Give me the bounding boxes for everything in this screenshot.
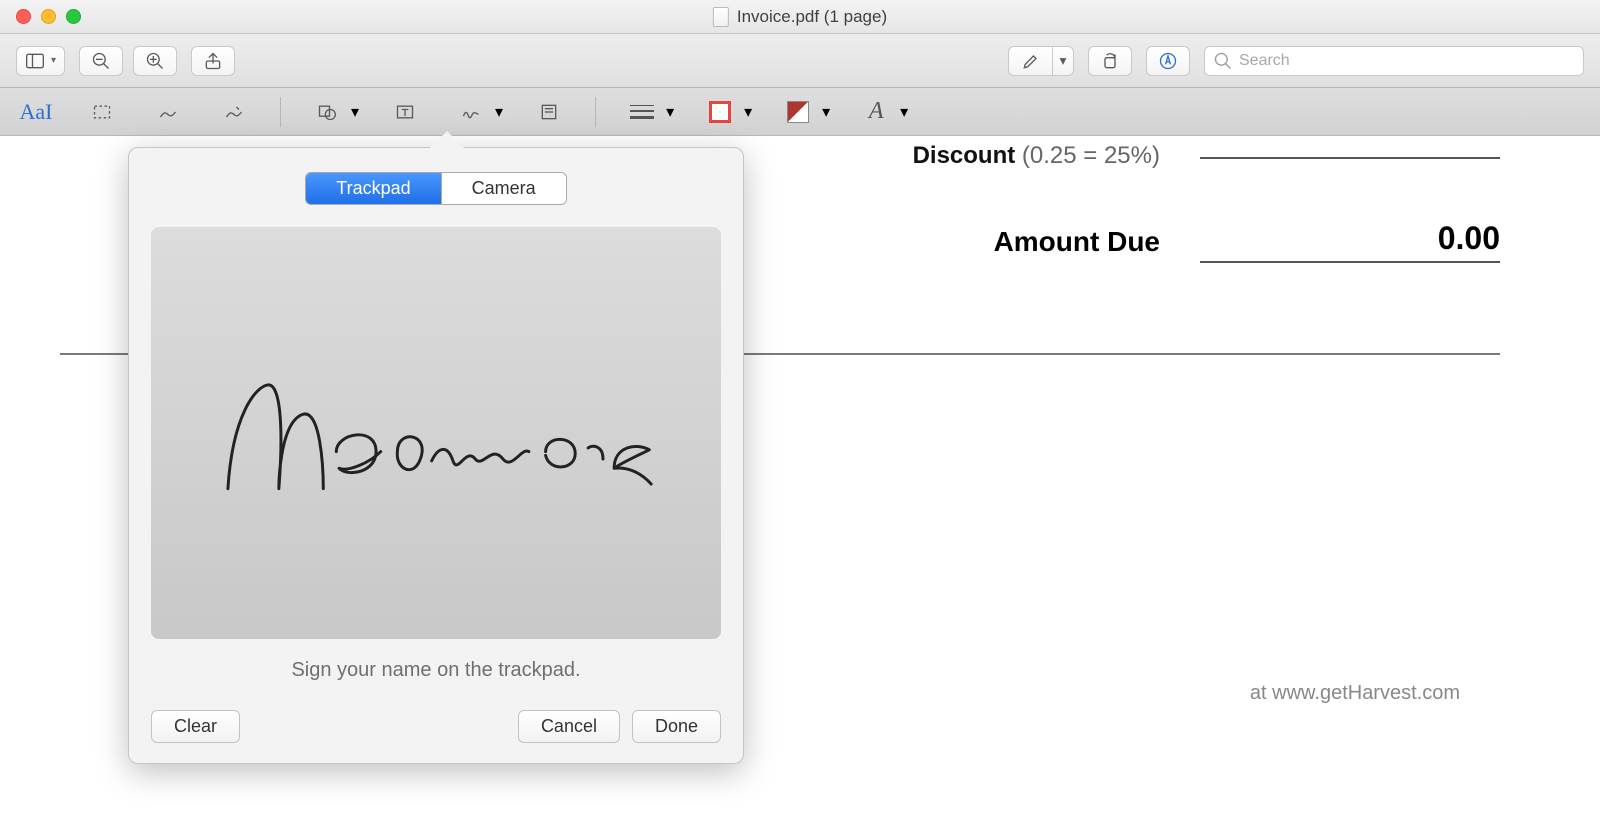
amount-due-label: Amount Due [994,226,1160,258]
window-close-button[interactable] [16,9,31,24]
camera-tab[interactable]: Camera [441,173,566,204]
chevron-down-icon[interactable]: ▾ [744,102,752,122]
done-button[interactable]: Done [632,710,721,743]
highlight-split-button[interactable]: ▾ [1008,46,1074,76]
markup-toolbar: AaI ▾ ▾ [0,88,1600,136]
border-weight-button[interactable] [622,95,662,129]
draw-button[interactable] [214,95,254,129]
toolbar-separator [280,97,281,127]
signature-trackpad-area[interactable] [151,227,721,639]
sketch-icon [158,102,178,122]
font-style-icon: A [869,98,884,125]
highlight-button[interactable] [1008,46,1052,76]
sidebar-icon [25,51,45,71]
markup-toggle-button[interactable] [1146,46,1190,76]
shapes-icon [317,102,337,122]
traffic-lights [0,9,81,24]
search-input[interactable] [1204,46,1584,76]
note-icon [539,102,559,122]
zoom-in-icon [145,51,165,71]
shapes-button[interactable] [307,95,347,129]
toolbar-separator [595,97,596,127]
trackpad-tab[interactable]: Trackpad [306,173,440,204]
window-title-text: Invoice.pdf (1 page) [737,7,887,27]
chevron-down-icon[interactable]: ▾ [900,102,908,122]
discount-value-line [1200,153,1500,159]
share-icon [203,51,223,71]
font-style-button[interactable]: A [856,95,896,129]
primary-toolbar: ▾ ▾ [0,34,1600,88]
markup-icon [1158,51,1178,71]
zoom-out-button[interactable] [79,46,123,76]
chevron-down-icon[interactable]: ▾ [666,102,674,122]
zoom-out-icon [91,51,111,71]
highlighter-icon [1021,51,1041,71]
sign-button[interactable] [451,95,491,129]
share-button[interactable] [191,46,235,76]
line-weight-icon [630,105,654,119]
rotate-button[interactable] [1088,46,1132,76]
chevron-down-icon[interactable]: ▾ [822,102,830,122]
text-style-button[interactable]: AaI [16,95,56,129]
clear-button[interactable]: Clear [151,710,240,743]
window-titlebar: Invoice.pdf (1 page) [0,0,1600,34]
fill-color-button[interactable] [778,95,818,129]
window-minimize-button[interactable] [41,9,56,24]
cancel-button[interactable]: Cancel [518,710,620,743]
text-box-icon [395,102,415,122]
search-field[interactable] [1204,46,1584,76]
chevron-down-icon: ▾ [1060,53,1067,69]
signature-preview [214,359,659,507]
search-icon [1213,51,1233,71]
chevron-down-icon[interactable]: ▾ [495,102,503,122]
draw-icon [224,102,244,122]
chevron-down-icon[interactable]: ▾ [351,102,359,122]
zoom-in-button[interactable] [133,46,177,76]
signature-source-segment: Trackpad Camera [151,172,721,205]
signature-instruction: Sign your name on the trackpad. [151,659,721,682]
fill-color-swatch [787,101,809,123]
discount-paren: (0.25 = 25%) [1022,142,1160,169]
signature-popover: Trackpad Camera Sign your name on the tr… [128,147,744,764]
window-title: Invoice.pdf (1 page) [713,7,887,27]
sidebar-toggle-button[interactable]: ▾ [16,46,65,76]
text-box-button[interactable] [385,95,425,129]
border-color-swatch [709,101,731,123]
rotate-icon [1100,51,1120,71]
amount-due-value: 0.00 [1200,220,1500,263]
discount-label: Discount [913,142,1016,169]
rect-select-button[interactable] [82,95,122,129]
signature-button-row: Clear Cancel Done [151,710,721,743]
text-style-label: AaI [20,99,53,125]
footer-text: at www.getHarvest.com [1250,682,1460,705]
selection-rect-icon [92,102,112,122]
window-zoom-button[interactable] [66,9,81,24]
note-button[interactable] [529,95,569,129]
document-icon [713,7,729,27]
chevron-down-icon: ▾ [51,55,56,66]
border-color-button[interactable] [700,95,740,129]
sketch-button[interactable] [148,95,188,129]
highlight-menu-button[interactable]: ▾ [1052,46,1074,76]
signature-icon [461,102,481,122]
